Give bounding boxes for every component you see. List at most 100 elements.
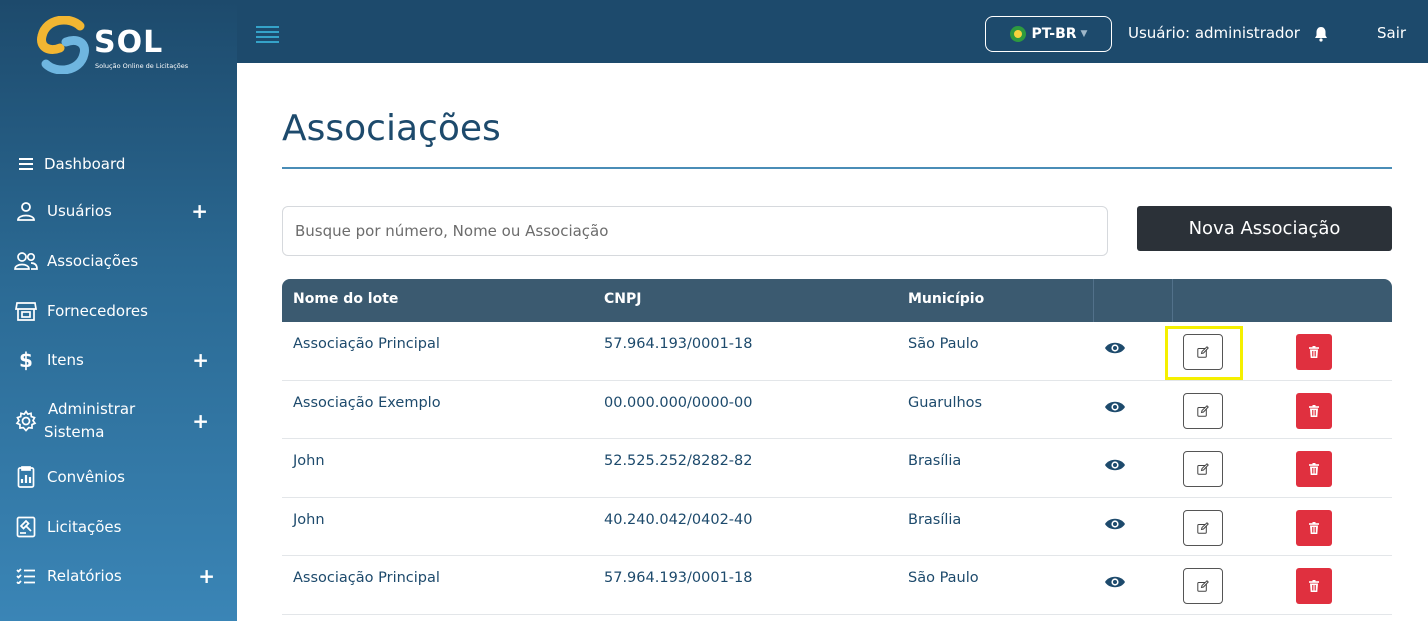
cell-cnpj: 40.240.042/0402-40	[604, 511, 753, 528]
sidebar-item-convenios[interactable]: Convênios	[0, 457, 237, 497]
column-header-city: Município	[908, 291, 985, 307]
cell-name: Associação Exemplo	[293, 394, 441, 411]
sidebar-item-itens[interactable]: $ Itens +	[0, 340, 237, 380]
edit-icon	[1197, 463, 1209, 475]
table-row: John 52.525.252/8282-82 Brasília	[282, 439, 1392, 498]
table-body: Associação Principal 57.964.193/0001-18 …	[282, 322, 1392, 615]
expand-plus-icon[interactable]: +	[198, 566, 215, 586]
trash-icon	[1309, 463, 1319, 475]
edit-button[interactable]	[1183, 568, 1223, 604]
sidebar-item-label: Associações	[47, 252, 139, 270]
gear-icon	[14, 409, 38, 433]
sidebar-item-licitacoes[interactable]: Licitações	[0, 507, 237, 547]
edit-button[interactable]	[1183, 451, 1223, 487]
expand-plus-icon[interactable]: +	[192, 350, 209, 370]
sidebar-item-label-line1: Administrar	[48, 400, 136, 418]
edit-button[interactable]	[1183, 334, 1223, 370]
cell-city: São Paulo	[908, 336, 979, 352]
users-icon	[14, 249, 38, 273]
brand-tagline: Solução Online de Licitações	[95, 62, 189, 70]
view-eye-icon[interactable]	[1104, 399, 1126, 415]
cell-name: Associação Principal	[293, 570, 440, 586]
sidebar-item-label: Convênios	[47, 468, 125, 486]
edit-icon	[1197, 404, 1209, 417]
delete-button[interactable]	[1296, 451, 1332, 487]
cell-name: Associação Principal	[293, 336, 440, 352]
view-eye-icon[interactable]	[1104, 340, 1126, 356]
sidebar-item-label: Fornecedores	[47, 302, 148, 320]
table-row: Associação Exemplo 00.000.000/0000-00 Gu…	[282, 381, 1392, 439]
sidebar-item-label: Relatórios	[47, 567, 122, 585]
column-header-cnpj: CNPJ	[604, 291, 642, 307]
cell-cnpj: 00.000.000/0000-00	[604, 394, 753, 411]
store-icon	[14, 299, 38, 323]
cell-cnpj: 52.525.252/8282-82	[604, 453, 753, 469]
sidebar-item-associacoes[interactable]: Associações	[0, 241, 237, 281]
trash-icon	[1309, 580, 1319, 592]
cell-cnpj: 57.964.193/0001-18	[604, 570, 753, 586]
sidebar-item-label: Itens	[47, 351, 84, 369]
dollar-icon: $	[19, 348, 33, 372]
sidebar: SOL Solução Online de Licitações Dashboa…	[0, 0, 237, 621]
checklist-icon	[14, 564, 38, 588]
title-divider	[282, 167, 1392, 169]
column-header-name: Nome do lote	[293, 291, 399, 307]
page-title: Associações	[282, 108, 501, 149]
auction-icon	[14, 515, 38, 539]
logo[interactable]: SOL Solução Online de Licitações	[36, 16, 216, 76]
sidebar-item-fornecedores[interactable]: Fornecedores	[0, 291, 237, 331]
view-eye-icon[interactable]	[1104, 457, 1126, 473]
delete-button[interactable]	[1296, 509, 1332, 546]
cell-city: São Paulo	[908, 570, 979, 586]
cell-city: Brasília	[908, 511, 962, 528]
table-header: Nome do lote CNPJ Município	[282, 279, 1392, 322]
brazil-flag-icon	[1009, 26, 1026, 42]
sidebar-item-label: Usuários	[47, 202, 112, 220]
cell-name: John	[293, 453, 325, 469]
list-icon	[14, 152, 38, 176]
language-label: PT-BR	[1031, 26, 1077, 42]
sidebar-item-dashboard[interactable]: Dashboard	[0, 144, 237, 184]
user-label: Usuário: administrador	[1128, 24, 1300, 42]
edit-button[interactable]	[1183, 509, 1223, 546]
expand-plus-icon[interactable]: +	[192, 411, 209, 431]
table-row: John 40.240.042/0402-40 Brasília	[282, 498, 1392, 556]
edit-icon	[1197, 521, 1209, 534]
cell-city: Guarulhos	[908, 394, 983, 411]
table-row: Associação Principal 57.964.193/0001-18 …	[282, 556, 1392, 615]
menu-toggle-icon[interactable]	[256, 26, 279, 43]
edit-icon	[1197, 580, 1209, 592]
table-row: Associação Principal 57.964.193/0001-18 …	[282, 322, 1392, 381]
delete-button[interactable]	[1296, 568, 1332, 604]
user-icon	[14, 199, 38, 223]
chart-doc-icon	[14, 465, 38, 489]
delete-button[interactable]	[1296, 392, 1332, 429]
language-selector[interactable]: PT-BR ▼	[985, 16, 1112, 52]
trash-icon	[1309, 521, 1319, 534]
sidebar-item-usuarios[interactable]: Usuários +	[0, 191, 237, 231]
view-eye-icon[interactable]	[1104, 574, 1126, 590]
column-divider	[1172, 279, 1173, 322]
new-association-button[interactable]: Nova Associação	[1137, 206, 1392, 251]
edit-button[interactable]	[1183, 392, 1223, 429]
sidebar-item-administrar-sistema[interactable]: Administrar Sistema +	[0, 398, 237, 444]
topbar: PT-BR ▼ Usuário: administrador Sair	[237, 0, 1428, 63]
view-eye-icon[interactable]	[1104, 516, 1126, 532]
bell-icon[interactable]	[1313, 26, 1329, 42]
cell-city: Brasília	[908, 453, 962, 469]
logout-link[interactable]: Sair	[1377, 24, 1406, 42]
sidebar-item-relatorios[interactable]: Relatórios +	[0, 556, 237, 596]
caret-down-icon: ▼	[1080, 29, 1088, 39]
sidebar-item-label: Licitações	[47, 518, 122, 536]
search-input[interactable]	[282, 206, 1108, 256]
sidebar-item-label: Administrar Sistema	[44, 398, 135, 444]
brand-name: SOL	[94, 25, 164, 60]
delete-button[interactable]	[1296, 334, 1332, 370]
sol-logo-icon	[37, 16, 89, 74]
cell-name: John	[293, 511, 325, 528]
expand-plus-icon[interactable]: +	[191, 201, 208, 221]
column-divider	[1093, 279, 1094, 322]
edit-icon	[1197, 346, 1209, 358]
trash-icon	[1309, 346, 1319, 358]
trash-icon	[1309, 404, 1319, 417]
